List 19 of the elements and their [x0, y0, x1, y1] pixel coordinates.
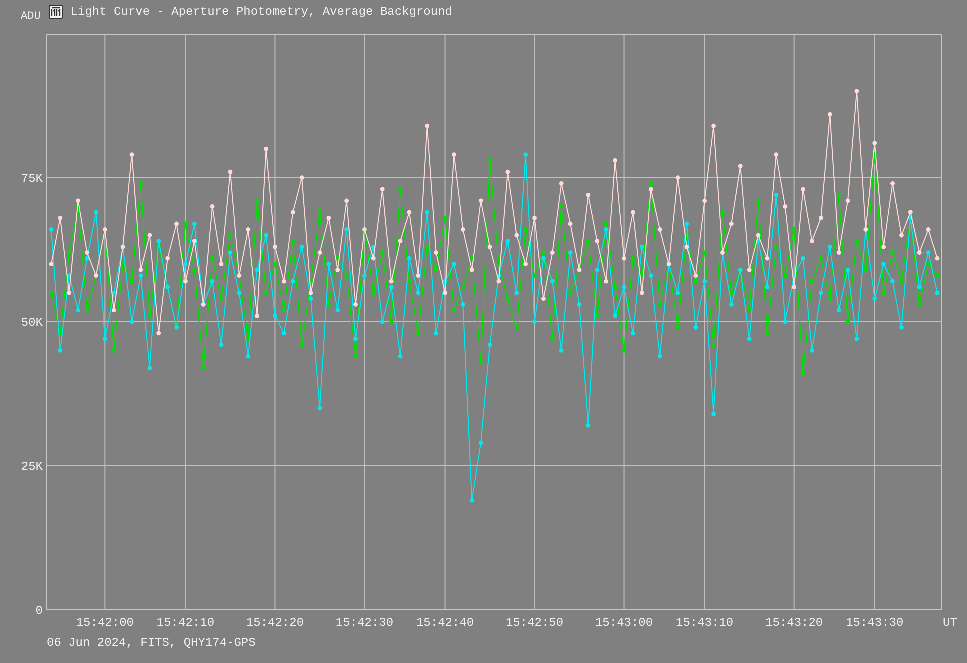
y-tick-label: 75K	[21, 172, 43, 186]
x-tick-label: 15:42:00	[76, 616, 134, 630]
x-tick-label: 15:42:10	[156, 616, 215, 630]
x-tick-label: 15:42:20	[246, 616, 304, 630]
x-tick-label: 15:43:20	[766, 616, 824, 630]
app-icon	[48, 4, 63, 18]
y-axis-unit: ADU	[21, 10, 41, 22]
window-title: Light Curve - Aperture Photometry, Average Background	[70, 4, 452, 18]
x-tick-label: 15:43:00	[595, 616, 654, 630]
x-tick-label: 15:43:10	[676, 616, 734, 630]
y-tick-label: 50K	[21, 316, 43, 330]
x-tick-label: 15:43:30	[846, 616, 904, 630]
x-tick-label: 15:42:30	[336, 616, 394, 630]
x-tick-label: 15:42:40	[416, 616, 474, 630]
y-tick-label: 0	[36, 604, 43, 618]
footer-text: 06 Jun 2024, FITS, QHY174-GPS	[47, 636, 257, 650]
x-tick-label: 15:42:50	[506, 616, 564, 630]
x-axis-unit: UT	[943, 616, 958, 630]
y-tick-label: 25K	[21, 460, 43, 474]
